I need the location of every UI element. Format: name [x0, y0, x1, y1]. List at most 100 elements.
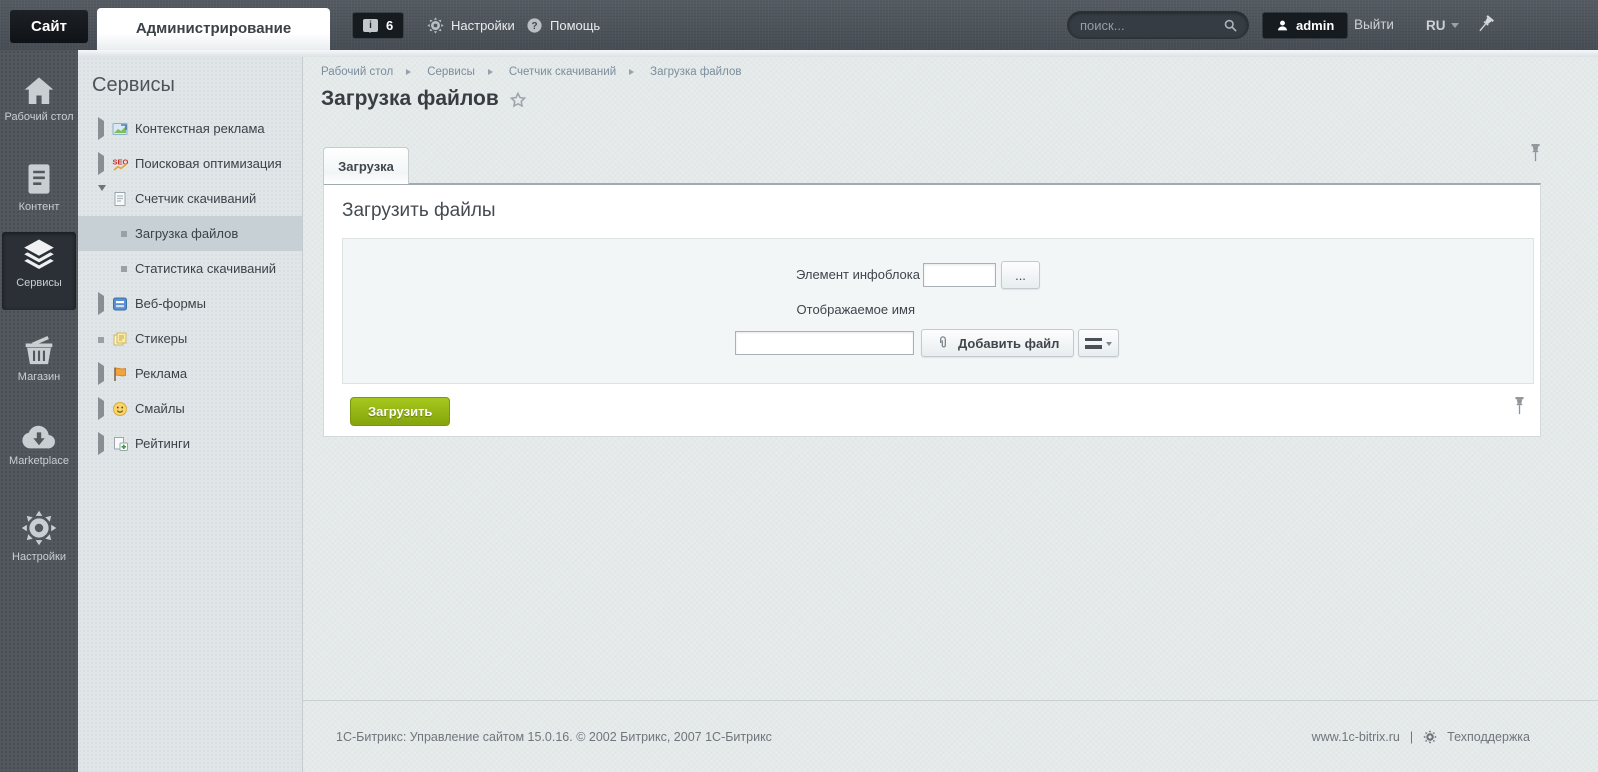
seo-icon: SEO [113, 157, 128, 171]
footer-links: www.1c-bitrix.ru | Техподдержка [1312, 730, 1530, 744]
chevron-right-icon[interactable] [98, 432, 108, 455]
stickers-icon [113, 332, 127, 345]
menu-item-download-counter[interactable]: Счетчик скачиваний [78, 181, 302, 216]
menu-item-seo[interactable]: SEO Поисковая оптимизация [78, 146, 302, 181]
logout-link[interactable]: Выйти [1354, 0, 1394, 50]
rail-item-label: Контент [18, 201, 60, 213]
infoblock-element-input[interactable] [923, 263, 996, 287]
browse-button[interactable]: ... [1001, 261, 1040, 289]
favorite-star-icon[interactable] [509, 91, 527, 109]
breadcrumb-item[interactable]: Загрузка файлов [650, 66, 741, 78]
upload-submit-button[interactable]: Загрузить [350, 397, 451, 426]
menu-item-label: Стикеры [135, 331, 188, 346]
breadcrumb-separator-icon [406, 69, 414, 75]
menu-item-ratings[interactable]: Рейтинги [78, 426, 302, 461]
info-bubble-icon: i [363, 19, 378, 33]
notifications-button[interactable]: i 6 [352, 12, 405, 39]
bitrix-site-link[interactable]: www.1c-bitrix.ru [1312, 730, 1400, 744]
rail-item-settings[interactable]: Настройки [2, 504, 76, 572]
language-switcher[interactable]: RU [1426, 0, 1459, 50]
tab-site[interactable]: Сайт [10, 10, 88, 43]
rail-item-store[interactable]: Магазин [2, 328, 76, 392]
copyright-text: 1С-Битрикс: Управление сайтом 15.0.16. ©… [336, 729, 772, 744]
topbar-help-label: Помощь [550, 17, 601, 33]
bullet-icon [121, 230, 127, 237]
search-box [1067, 11, 1249, 39]
menu-list: Контекстная реклама SEO Поисковая оптими… [78, 111, 302, 461]
chevron-right-icon[interactable] [98, 117, 108, 140]
gear-icon [427, 16, 444, 34]
basket-icon [25, 335, 53, 365]
menu-item-download-stats[interactable]: Статистика скачиваний [78, 251, 302, 286]
user-button[interactable]: admin [1262, 12, 1349, 39]
chevron-right-icon[interactable] [98, 362, 108, 385]
pin-icon [1479, 15, 1494, 32]
smiley-icon [113, 401, 127, 416]
add-file-button[interactable]: Добавить файл [921, 329, 1075, 357]
pin-form-button[interactable] [1513, 396, 1526, 421]
rail-item-services[interactable]: Сервисы [2, 232, 76, 310]
home-icon [24, 77, 54, 104]
icon-rail: Рабочий стол Контент Сервисы Магазин Mar… [0, 50, 78, 772]
gear-icon [1423, 729, 1437, 744]
rail-item-label: Marketplace [9, 455, 69, 467]
menu-item-label: Рейтинги [135, 436, 190, 451]
rail-item-desktop[interactable]: Рабочий стол [2, 70, 76, 132]
pin-icon [1515, 397, 1524, 415]
topbar-help-link[interactable]: ? Помощь [526, 0, 600, 50]
breadcrumb-separator-icon [487, 69, 496, 75]
cloud-download-icon [22, 425, 55, 449]
rail-item-marketplace[interactable]: Marketplace [2, 416, 76, 476]
topbar-pin-button[interactable] [1470, 13, 1496, 41]
topbar-settings-label: Настройки [451, 17, 515, 33]
menu-item-ads[interactable]: Реклама [78, 356, 302, 391]
sections-menu: Сервисы Контекстная реклама SEO Поискова… [78, 57, 302, 772]
chevron-down-icon[interactable] [98, 185, 106, 210]
topbar: Сайт Администрирование i 6 Настройки ? П… [0, 0, 1598, 50]
bitrix-admin-app: Сайт Администрирование i 6 Настройки ? П… [0, 0, 1598, 772]
menu-item-smiles[interactable]: Смайлы [78, 391, 302, 426]
pin-icon [1531, 144, 1540, 162]
breadcrumb: Рабочий стол Сервисы Счетчик скачиваний … [321, 66, 741, 78]
topbar-settings-link[interactable]: Настройки [427, 0, 515, 50]
breadcrumb-item[interactable]: Рабочий стол [321, 66, 393, 78]
rail-item-label: Рабочий стол [4, 111, 74, 123]
chevron-right-icon[interactable] [98, 397, 108, 420]
paperclip-icon [940, 336, 946, 348]
gear-icon [21, 510, 57, 546]
tab-admin[interactable]: Администрирование [97, 8, 330, 50]
breadcrumb-separator-icon [629, 69, 637, 75]
help-icon: ? [527, 17, 542, 33]
hamburger-icon [1085, 337, 1102, 349]
chevron-down-icon [1450, 22, 1459, 32]
support-link[interactable]: Техподдержка [1447, 730, 1530, 744]
document-icon [28, 164, 50, 194]
menu-item-label: Контекстная реклама [135, 121, 265, 136]
footer: 1С-Битрикс: Управление сайтом 15.0.16. ©… [303, 700, 1598, 772]
upload-options-menu-button[interactable] [1078, 329, 1119, 357]
rail-item-label: Настройки [12, 551, 66, 563]
menu-item-contextual-ads[interactable]: Контекстная реклама [78, 111, 302, 146]
tab-upload[interactable]: Загрузка [323, 147, 409, 184]
display-name-label: Отображаемое имя [796, 302, 915, 317]
chevron-right-icon[interactable] [98, 152, 108, 175]
contextual-ads-icon [112, 122, 128, 135]
bullet-icon [98, 337, 104, 343]
menu-item-file-upload[interactable]: Загрузка файлов [78, 216, 302, 251]
rail-item-content[interactable]: Контент [2, 156, 76, 222]
breadcrumb-item[interactable]: Сервисы [427, 66, 475, 78]
breadcrumb-item[interactable]: Счетчик скачиваний [509, 66, 616, 78]
chevron-down-icon [1106, 341, 1112, 349]
display-name-input[interactable] [735, 331, 914, 355]
menu-item-web-forms[interactable]: Веб-формы [78, 286, 302, 321]
search-input[interactable] [1078, 16, 1223, 34]
user-icon [1277, 20, 1288, 31]
chevron-right-icon[interactable] [98, 292, 108, 315]
menu-item-stickers[interactable]: Стикеры [78, 321, 302, 356]
section-title: Загрузить файлы [342, 200, 496, 221]
ads-flag-icon [114, 367, 126, 381]
upload-form: Элемент инфоблока ... Отображаемое имя Д… [342, 238, 1534, 384]
pin-tabs-button[interactable] [1529, 143, 1542, 168]
search-icon[interactable] [1223, 18, 1238, 33]
page-title: Загрузка файлов [321, 87, 499, 110]
